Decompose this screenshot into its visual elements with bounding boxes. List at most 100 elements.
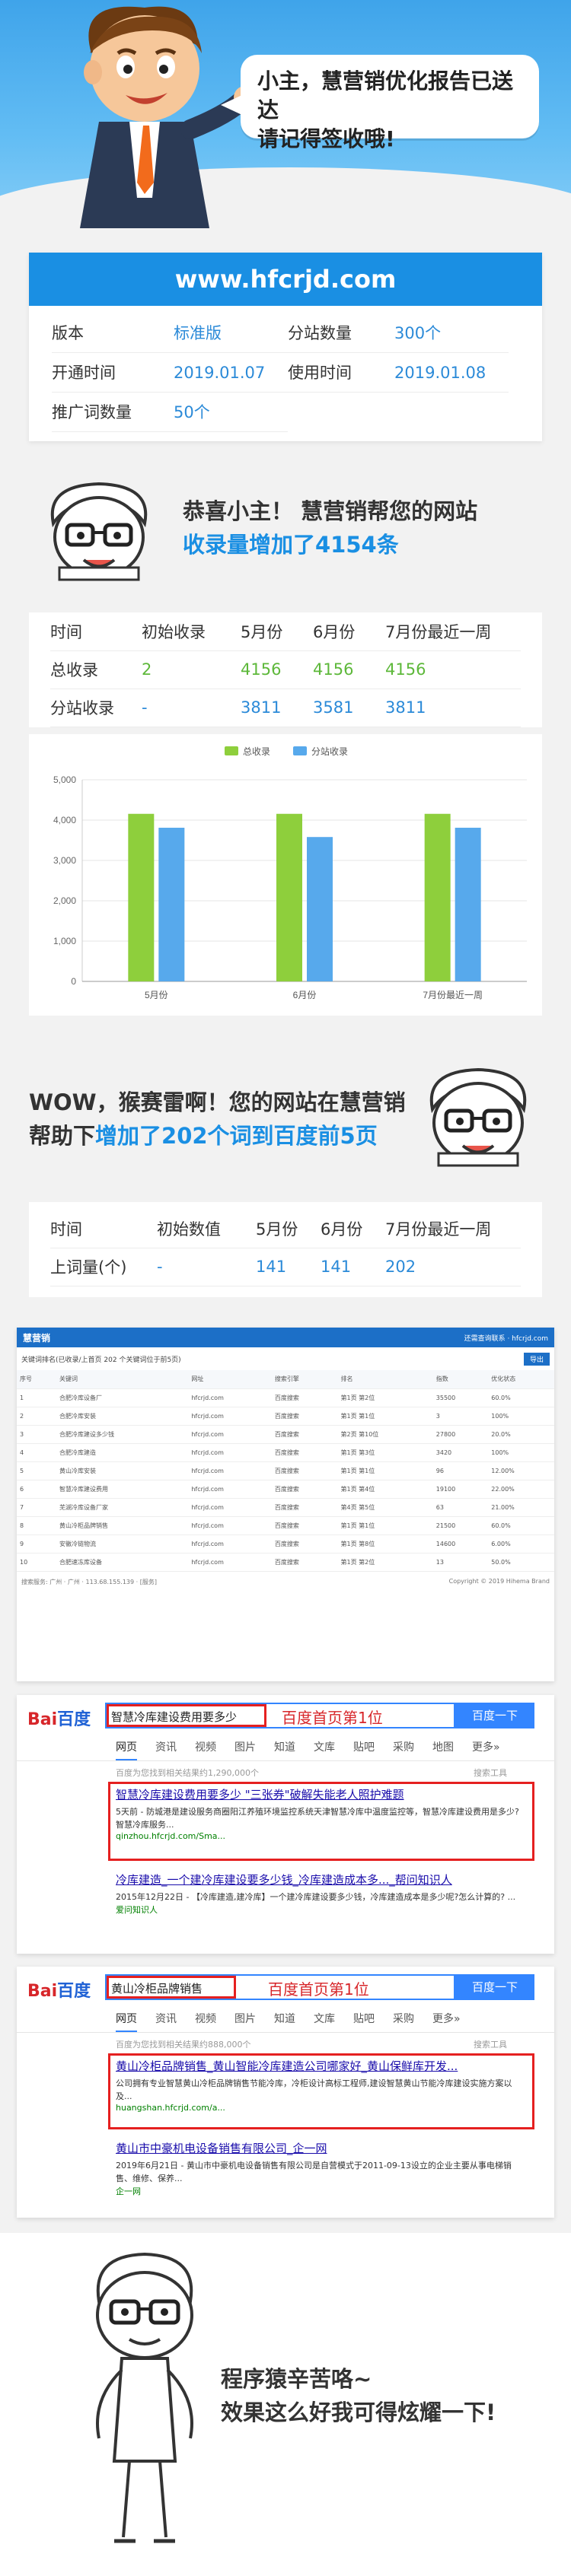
dashboard-table-cell: 50.0% (488, 1553, 554, 1572)
dashboard-table-cell: 百度搜索 (271, 1534, 338, 1554)
dashboard-brand: 慧营销 (23, 1332, 51, 1344)
table-header-cell: 7月份最近一周 (385, 1210, 521, 1248)
programmer-head-illustration (429, 1067, 527, 1167)
tab-news[interactable]: 资讯 (155, 1739, 177, 1760)
tab-images[interactable]: 图片 (234, 2011, 256, 2032)
closing-line-2: 效果这么好我可得炫耀一下! (221, 2399, 496, 2425)
dashboard-table-cell: hfcrjd.com (188, 1553, 272, 1572)
result-1-title[interactable]: 黄山冷柜品牌销售_黄山智能冷库建造公司哪家好_黄山保鲜库开发... (116, 2058, 527, 2074)
table-cell: 上词量(个) (50, 1248, 157, 1286)
dashboard-table-cell: 第1页 第1位 (337, 1407, 433, 1426)
tab-caigou[interactable]: 采购 (393, 2011, 414, 2032)
result-2-url[interactable]: 爱问知识人 (116, 1903, 527, 1916)
tab-more[interactable]: 更多» (432, 2011, 461, 2032)
dashboard-table-cell: 35500 (432, 1388, 489, 1407)
tab-wenku[interactable]: 文库 (314, 2011, 335, 2032)
tab-map[interactable]: 地图 (432, 1739, 454, 1760)
dashboard-table-cell: 合肥冷库建造 (56, 1443, 189, 1462)
chart-bar (455, 828, 481, 981)
search-tools[interactable]: 搜索工具 (474, 2038, 507, 2050)
dashboard-table-cell: 63 (432, 1498, 489, 1517)
indexing-bar-chart: 总收录 分站收录 5,000 4,000 3,000 2,000 1,000 0 5月份 6月份 7… (29, 734, 542, 1016)
dashboard-table-cell: 第1页 第1位 (337, 1461, 433, 1480)
y-tick-label: 3,000 (53, 855, 76, 866)
tab-caigou[interactable]: 采购 (393, 1739, 414, 1760)
baidu-logo-text-a: Bai (27, 1982, 58, 2001)
dashboard-header-cell: 排名 (337, 1370, 433, 1389)
dashboard-table-cell: 百度搜索 (271, 1407, 338, 1426)
tab-video[interactable]: 视频 (195, 2011, 216, 2032)
search-button[interactable]: 百度一下 (455, 1974, 534, 2000)
tab-tieba[interactable]: 贴吧 (353, 1739, 375, 1760)
baidu-logo-text-b: 百度 (57, 1710, 91, 1729)
dashboard-header-row: 序号 关键词 网址 搜索引擎 排名 指数 优化状态 (17, 1370, 554, 1389)
dashboard-subtitle: 关键词排名(已收录/上首页 202 个关键词位于前5页) (21, 1356, 181, 1364)
dashboard-header-cell: 网址 (188, 1370, 272, 1389)
hero-banner: 小主，慧营销优化报告已送达 请记得签收哦! (0, 0, 571, 259)
table-cell: 2 (142, 650, 241, 689)
dashboard-table-cell: 百度搜索 (271, 1480, 338, 1499)
table-header-cell: 7月份最近一周 (385, 612, 521, 651)
tab-news[interactable]: 资讯 (155, 2011, 177, 2032)
dashboard-table-cell: 4 (17, 1443, 56, 1462)
search-query-text: 黄山冷柜品牌销售 (111, 1982, 203, 1996)
section-indexing: 恭喜小主！ 慧营销帮您的网站 收录量增加了4154条 (0, 472, 571, 586)
dashboard-header-cell: 搜索引擎 (271, 1370, 338, 1389)
table-header-cell: 时间 (50, 1210, 157, 1248)
dashboard-footer-left: 搜索服务: 广州 · 广州 · 113.68.155.139 · [服务] (21, 1578, 157, 1585)
speech-line-2: 请记得签收哦! (257, 126, 395, 151)
legend-swatch (293, 746, 307, 755)
tab-zhidao[interactable]: 知道 (274, 2011, 295, 2032)
table-row: 上词量(个) - 141 141 202 (50, 1248, 521, 1286)
dashboard-table-cell: 27800 (432, 1425, 489, 1444)
dashboard-table-cell: 60.0% (488, 1516, 554, 1535)
info-value: 300个 (394, 313, 509, 353)
account-info-card: www.hfcrjd.com 版本 标准版 分站数量 300个 开通时间 201… (29, 253, 542, 441)
search-tabs: 网页 资讯 视频 图片 知道 文库 贴吧 采购 更多» (116, 2011, 461, 2032)
section2-title-line2-black: 帮助下 (29, 1123, 96, 1149)
section2-title-line1: WOW，猴赛雷啊！您的网站在慧营销 (29, 1089, 406, 1115)
tab-web[interactable]: 网页 (116, 2011, 137, 2032)
table-cell: - (157, 1248, 256, 1286)
dashboard-table-cell: 2 (17, 1407, 56, 1426)
dashboard-table-cell: 5 (17, 1461, 56, 1480)
dashboard-table-cell: 60.0% (488, 1388, 554, 1407)
tab-more[interactable]: 更多» (472, 1739, 500, 1760)
result-1-url[interactable]: qinzhou.hfcrjd.com/Sma... (116, 1831, 527, 1841)
tab-web[interactable]: 网页 (116, 1739, 137, 1760)
tab-video[interactable]: 视频 (195, 1739, 216, 1760)
dashboard-table-cell: 百度搜索 (271, 1498, 338, 1517)
dashboard-table-cell: 合肥速冻库设备 (56, 1553, 189, 1572)
rank-stamp: 百度首页第1位 (268, 1980, 369, 1999)
tab-zhidao[interactable]: 知道 (274, 1739, 295, 1760)
export-button[interactable]: 导出 (523, 1352, 550, 1366)
result-2-title[interactable]: 黄山市中豪机电设备销售有限公司_企一网 (116, 2140, 527, 2156)
result-1-title[interactable]: 智慧冷库建设费用要多少 "三张券"破解失能老人照护难题 (116, 1786, 527, 1802)
tab-tieba[interactable]: 贴吧 (353, 2011, 375, 2032)
table-cell: 3811 (385, 689, 521, 727)
info-label: 开通时间 (52, 353, 174, 393)
result-1-snippet: 公司拥有专业智慧黄山冷柜品牌销售节能冷库，冷柜设计高标工程师,建设智慧黄山节能冷… (116, 2078, 512, 2101)
search-button[interactable]: 百度一下 (455, 1703, 534, 1728)
table-header-cell: 时间 (50, 612, 142, 651)
chart-bar (424, 813, 451, 981)
y-tick-label: 5,000 (53, 774, 76, 785)
legend-label: 分站收录 (311, 746, 348, 757)
dashboard-table-cell: 芜湖冷库设备厂家 (56, 1498, 189, 1517)
tab-wenku[interactable]: 文库 (314, 1739, 335, 1760)
search-tools[interactable]: 搜索工具 (474, 1767, 507, 1779)
dashboard-nav-right[interactable]: 还需查询联系 · hfcrjd.com (464, 1333, 548, 1343)
result-2-url[interactable]: 企一网 (116, 2185, 527, 2197)
rank-stamp: 百度首页第1位 (282, 1709, 383, 1727)
result-1-url[interactable]: huangshan.hfcrjd.com/a... (116, 2103, 527, 2113)
ranking-table: 时间 初始数值 5月份 6月份 7月份最近一周 上词量(个) - 141 141… (29, 1202, 542, 1297)
dashboard-header-cell: 关键词 (56, 1370, 189, 1389)
result-2-title[interactable]: 冷库建造_一个建冷库建设要多少钱_冷库建造成本多..._帮问知识人 (116, 1872, 527, 1887)
speech-bubble: 小主，慧营销优化报告已送达 请记得签收哦! (221, 55, 539, 151)
search-tabs: 网页 资讯 视频 图片 知道 文库 贴吧 采购 地图 更多» (116, 1739, 500, 1760)
baidu-logo-text-a: Bai (27, 1710, 58, 1729)
dashboard-table-cell: hfcrjd.com (188, 1443, 272, 1462)
dashboard-table-cell: 100% (488, 1407, 554, 1426)
tab-images[interactable]: 图片 (234, 1739, 256, 1760)
dashboard-table-cell: hfcrjd.com (188, 1388, 272, 1407)
